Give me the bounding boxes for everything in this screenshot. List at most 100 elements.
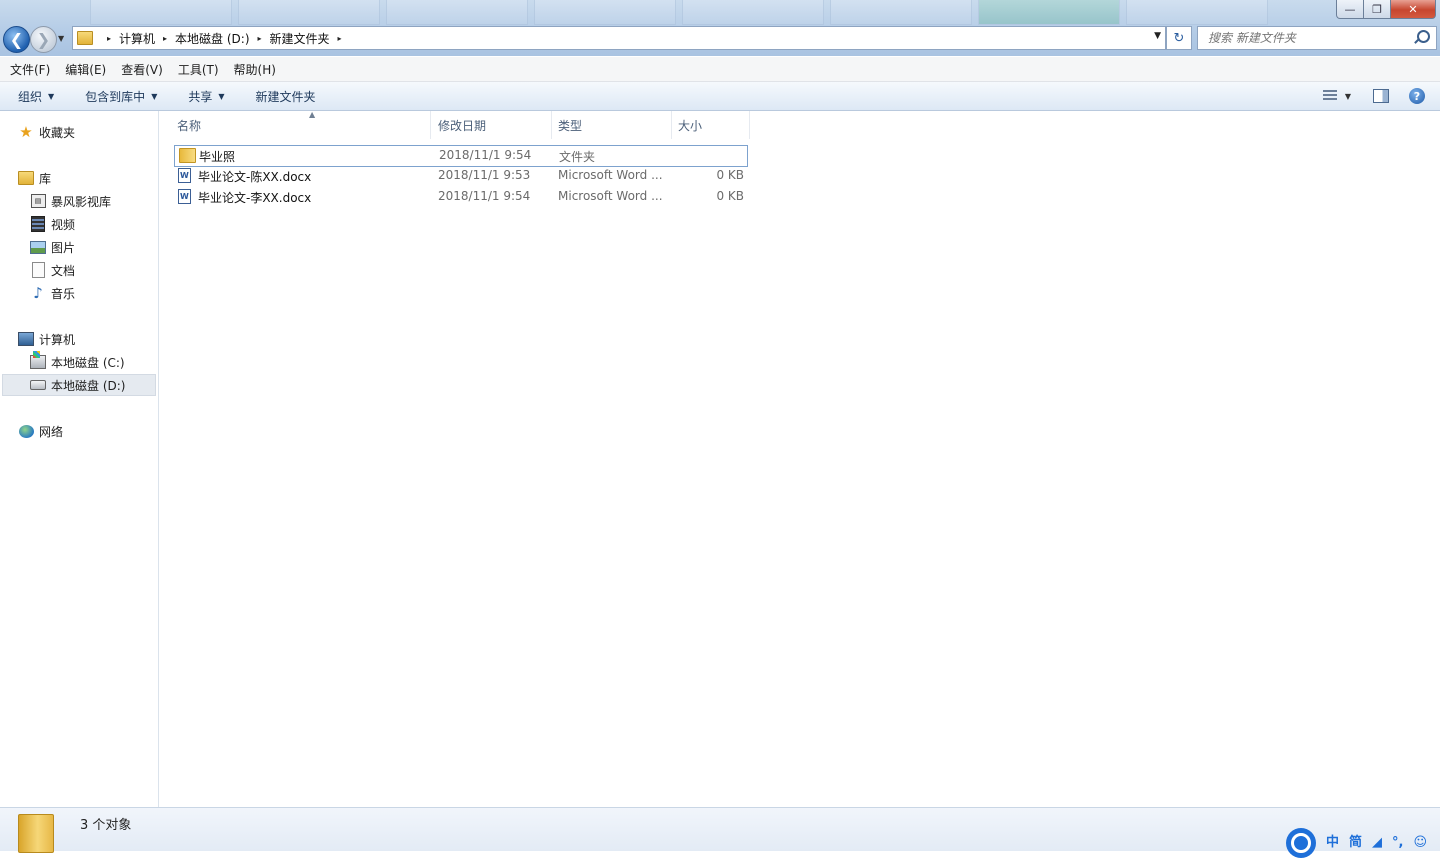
menu-help[interactable]: 帮助(H) <box>229 61 281 78</box>
breadcrumb-new-folder[interactable]: 新建文件夹 <box>270 30 330 47</box>
menu-bar: 文件(F) 编辑(E) 查看(V) 工具(T) 帮助(H) <box>0 57 1440 82</box>
file-size: 0 KB <box>716 189 744 203</box>
file-row[interactable]: 毕业照 2018/11/1 9:54 文件夹 <box>174 145 748 167</box>
close-button[interactable]: ✕ <box>1390 0 1436 19</box>
breadcrumb-separator[interactable]: ▸ <box>107 34 111 43</box>
word-document-icon: W <box>178 189 191 204</box>
chevron-down-icon: ▼ <box>218 91 225 101</box>
background-window-tabs <box>90 0 1330 26</box>
sort-ascending-icon: ▲ <box>309 110 316 119</box>
file-date: 2018/11/1 9:54 <box>438 189 531 203</box>
minimize-button[interactable]: — <box>1336 0 1364 19</box>
file-size: 0 KB <box>716 168 744 182</box>
emoji-icon[interactable]: ☺ <box>1413 835 1427 850</box>
share-button[interactable]: 共享 ▼ <box>188 88 224 105</box>
column-header-name[interactable]: 名称 ▲ <box>171 110 431 139</box>
file-type: Microsoft Word ... <box>558 189 663 203</box>
folder-icon <box>77 31 93 45</box>
breadcrumb-drive-d[interactable]: 本地磁盘 (D:) <box>175 30 249 47</box>
ime-width-toggle[interactable]: ◢ <box>1372 835 1382 850</box>
refresh-icon: ↻ <box>1173 30 1185 46</box>
file-type: Microsoft Word ... <box>558 168 663 182</box>
organize-label: 组织 <box>18 89 43 104</box>
sidebar-item-label: 视频 <box>51 217 76 232</box>
command-bar: 组织 ▼ 包含到库中 ▼ 共享 ▼ 新建文件夹 ▼ ? <box>0 82 1440 111</box>
back-button[interactable]: ❮ <box>3 26 30 53</box>
chevron-down-icon: ▼ <box>151 91 158 101</box>
file-date: 2018/11/1 9:54 <box>439 148 532 162</box>
breadcrumb-computer[interactable]: 计算机 <box>119 30 155 47</box>
ime-simplified-toggle[interactable]: 简 <box>1349 831 1362 850</box>
recent-locations-button[interactable]: ▼ <box>58 34 64 43</box>
search-box[interactable] <box>1197 26 1437 50</box>
share-label: 共享 <box>188 89 213 104</box>
file-type: 文件夹 <box>559 150 596 164</box>
menu-edit[interactable]: 编辑(E) <box>60 61 111 78</box>
arrow-right-icon: ❯ <box>36 30 51 49</box>
include-in-library-button[interactable]: 包含到库中 ▼ <box>85 88 157 105</box>
organize-button[interactable]: 组织 ▼ <box>18 88 54 105</box>
sidebar-item-computer[interactable]: 计算机 <box>18 328 175 350</box>
sidebar-item-network[interactable]: 网络 <box>18 420 175 442</box>
file-row[interactable]: W 毕业论文-陈XX.docx 2018/11/1 9:53 Microsoft… <box>174 166 746 186</box>
preview-pane-icon[interactable] <box>1373 89 1389 103</box>
sidebar-item-label: 本地磁盘 (C:) <box>51 355 125 370</box>
column-header-label: 大小 <box>678 118 703 133</box>
computer-icon <box>18 331 34 347</box>
change-view-icon[interactable] <box>1322 90 1337 102</box>
maximize-button[interactable]: ❐ <box>1363 0 1391 19</box>
column-header-size[interactable]: 大小 <box>672 111 750 139</box>
file-list: 名称 ▲ 修改日期 类型 大小 毕业照 2018/11/1 9:54 文件夹 W… <box>159 110 1440 807</box>
menu-tools[interactable]: 工具(T) <box>173 61 224 78</box>
music-note-icon: ♪ <box>33 284 43 302</box>
arrow-left-icon: ❮ <box>9 30 24 49</box>
media-library-icon: ▤ <box>30 193 46 209</box>
column-header-label: 类型 <box>558 118 583 133</box>
star-icon: ★ <box>19 123 33 141</box>
window-controls: — ❐ ✕ <box>1336 0 1436 19</box>
input-method-logo-icon[interactable] <box>1286 828 1316 858</box>
forward-button[interactable]: ❯ <box>30 26 57 53</box>
picture-icon <box>30 239 46 255</box>
search-input[interactable] <box>1206 30 1410 46</box>
ime-punctuation-toggle[interactable]: °, <box>1392 835 1403 850</box>
breadcrumb-separator[interactable]: ▸ <box>163 34 167 43</box>
help-icon[interactable]: ? <box>1409 88 1425 104</box>
file-row[interactable]: W 毕业论文-李XX.docx 2018/11/1 9:54 Microsoft… <box>174 187 746 207</box>
ime-toolbar: 中 简 ◢ °, ☺ <box>1286 826 1427 858</box>
search-icon[interactable] <box>1417 30 1430 43</box>
sidebar-item-libraries[interactable]: 库 <box>18 167 175 189</box>
view-options-button[interactable]: ▼ <box>1345 92 1351 101</box>
menu-view[interactable]: 查看(V) <box>116 61 168 78</box>
video-icon <box>30 216 46 232</box>
word-document-icon: W <box>178 168 191 183</box>
folder-icon <box>18 814 54 853</box>
new-folder-button[interactable]: 新建文件夹 <box>256 88 316 105</box>
refresh-button[interactable]: ↻ <box>1166 26 1192 50</box>
address-dropdown-button[interactable]: ▼ <box>1154 31 1161 41</box>
breadcrumb-separator[interactable]: ▸ <box>338 34 342 43</box>
system-drive-icon <box>30 351 46 370</box>
navigation-pane: ★ 收藏夹 库 ▤ 暴风影视库 视频 图片 文档 ♪ 音乐 计算机 本地磁盘 (… <box>0 111 159 807</box>
network-icon <box>18 423 34 439</box>
sidebar-item-label: 暴风影视库 <box>51 194 112 209</box>
menu-file[interactable]: 文件(F) <box>5 61 55 78</box>
file-name: 毕业照 <box>199 150 236 164</box>
file-name: 毕业论文-李XX.docx <box>198 191 312 205</box>
column-header-date[interactable]: 修改日期 <box>432 111 552 139</box>
file-name: 毕业论文-陈XX.docx <box>198 170 312 184</box>
folder-icon <box>179 148 196 163</box>
breadcrumb-separator[interactable]: ▸ <box>258 34 262 43</box>
sidebar-item-label: 收藏夹 <box>39 125 76 140</box>
ime-language-toggle[interactable]: 中 <box>1326 831 1339 850</box>
sidebar-item-favorites[interactable]: ★ 收藏夹 <box>18 121 175 143</box>
sidebar-item-label: 图片 <box>51 240 76 255</box>
sidebar-item-label: 本地磁盘 (D:) <box>51 378 126 393</box>
drive-icon <box>30 377 46 393</box>
sidebar-item-drive-d[interactable]: 本地磁盘 (D:) <box>2 374 156 396</box>
sidebar-item-label: 库 <box>39 171 52 186</box>
document-icon <box>30 262 46 278</box>
column-header-type[interactable]: 类型 <box>552 111 672 139</box>
sidebar-item-label: 音乐 <box>51 286 76 301</box>
address-bar[interactable]: ▸ 计算机 ▸ 本地磁盘 (D:) ▸ 新建文件夹 ▸ ▼ <box>72 26 1166 50</box>
